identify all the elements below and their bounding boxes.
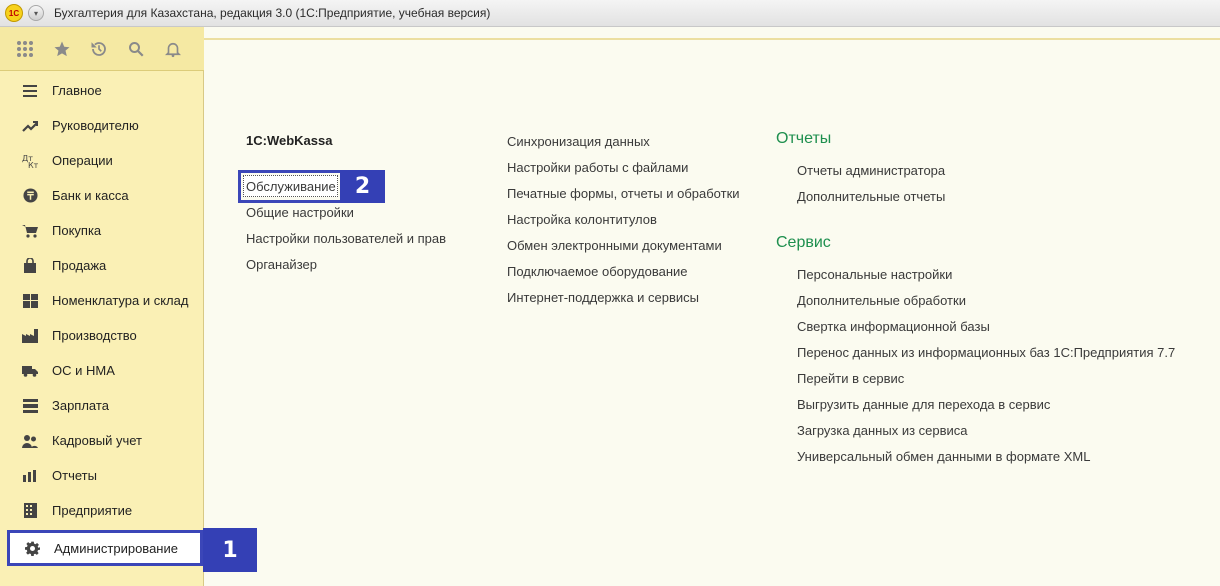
cart-icon (22, 223, 38, 239)
link-internet-support[interactable]: Интернет-поддержка и сервисы (507, 290, 699, 305)
link-edi[interactable]: Обмен электронными документами (507, 238, 722, 253)
webkassa-heading: 1С:WebKassa (246, 133, 333, 148)
sidebar-item-label: Операции (52, 153, 113, 168)
trend-chart-icon (22, 118, 38, 134)
history-icon[interactable] (88, 38, 110, 60)
sidebar-item-director[interactable]: Руководителю (8, 108, 202, 143)
bar-chart-icon (22, 468, 38, 484)
sidebar-item-label: Банк и касса (52, 188, 129, 203)
sidebar-item-enterprise[interactable]: Предприятие (8, 493, 202, 528)
people-icon (22, 433, 38, 449)
sidebar-item-label: Зарплата (52, 398, 109, 413)
bell-icon[interactable] (162, 38, 184, 60)
link-file-settings[interactable]: Настройки работы с файлами (507, 160, 688, 175)
reports-group-heading: Отчеты (776, 130, 832, 147)
step-badge-1: 1 (203, 528, 257, 572)
sidebar-item-label: Производство (52, 328, 137, 343)
sidebar-item-hr[interactable]: Кадровый учет (8, 423, 202, 458)
star-icon[interactable] (51, 38, 73, 60)
link-organizer[interactable]: Органайзер (246, 257, 317, 272)
link-maintenance[interactable]: Обслуживание (246, 179, 336, 194)
app-logo-icon: 1С (5, 4, 23, 22)
sidebar-item-label: Главное (52, 83, 102, 98)
truck-icon (22, 363, 38, 379)
content-divider (204, 38, 1220, 40)
svg-text:Кт: Кт (28, 161, 38, 169)
link-personal-settings[interactable]: Персональные настройки (797, 267, 952, 282)
link-data-sync[interactable]: Синхронизация данных (507, 134, 650, 149)
link-print-forms[interactable]: Печатные формы, отчеты и обработки (507, 186, 740, 201)
sidebar-item-reports[interactable]: Отчеты (8, 458, 202, 493)
tenge-coin-icon (22, 188, 38, 204)
sidebar-item-label: Покупка (52, 223, 102, 238)
link-additional-processing[interactable]: Дополнительные обработки (797, 293, 966, 308)
sidebar-item-label: Отчеты (52, 468, 97, 483)
sidebar-item-main[interactable]: Главное (8, 73, 202, 108)
link-general-settings[interactable]: Общие настройки (246, 205, 354, 220)
factory-icon (22, 328, 38, 344)
sidebar-item-label: Кадровый учет (52, 433, 142, 448)
link-additional-reports[interactable]: Дополнительные отчеты (797, 189, 945, 204)
salary-icon (22, 398, 38, 414)
sidebar-item-label: Администрирование (54, 540, 178, 556)
sidebar-item-label: ОС и НМА (52, 363, 115, 378)
operations-dt-kt-icon: Дт Кт (22, 153, 38, 169)
window-title: Бухгалтерия для Казахстана, редакция 3.0… (54, 6, 491, 20)
sidebar-item-salary[interactable]: Зарплата (8, 388, 202, 423)
warehouse-grid-icon (22, 293, 38, 309)
main-menu-button[interactable]: ▾ (28, 5, 44, 21)
link-headers-footers[interactable]: Настройка колонтитулов (507, 212, 657, 227)
sidebar-item-label: Продажа (52, 258, 107, 273)
link-go-to-service[interactable]: Перейти в сервис (797, 371, 904, 386)
sidebar-item-administration[interactable]: Администрирование (7, 530, 203, 566)
shopping-bag-icon (22, 257, 38, 274)
step-badge-2: 2 (340, 170, 385, 203)
sidebar-item-sales[interactable]: Продажа (8, 248, 202, 283)
link-xml-exchange[interactable]: Универсальный обмен данными в формате XM… (797, 449, 1090, 464)
service-group-heading: Сервис (776, 234, 831, 251)
apps-grid-icon[interactable] (14, 38, 36, 60)
sidebar-item-label: Руководителю (52, 118, 139, 133)
sidebar-item-label: Предприятие (52, 503, 133, 518)
menu-lines-icon (22, 83, 38, 99)
link-admin-reports[interactable]: Отчеты администратора (797, 163, 945, 178)
sections-panel: Главное Руководителю Дт Кт Операции Банк … (0, 71, 204, 586)
title-bar: 1С ▾ Бухгалтерия для Казахстана, редакци… (0, 0, 1220, 27)
link-user-rights-settings[interactable]: Настройки пользователей и прав (246, 231, 446, 246)
sidebar-item-bank[interactable]: Банк и касса (8, 178, 202, 213)
link-export-for-service[interactable]: Выгрузить данные для перехода в сервис (797, 397, 1050, 412)
sidebar-item-purchase[interactable]: Покупка (8, 213, 202, 248)
sidebar-item-fixed-assets[interactable]: ОС и НМА (8, 353, 202, 388)
panel-toolbar (0, 27, 204, 71)
sidebar-item-operations[interactable]: Дт Кт Операции (8, 143, 202, 178)
link-import-from-service[interactable]: Загрузка данных из сервиса (797, 423, 968, 438)
sidebar-item-label: Номенклатура и склад (52, 293, 189, 308)
gear-icon (24, 540, 40, 556)
search-icon[interactable] (125, 38, 147, 60)
link-transfer-77[interactable]: Перенос данных из информационных баз 1С:… (797, 345, 1175, 360)
sidebar-item-nomenclature[interactable]: Номенклатура и склад (8, 283, 202, 318)
sidebar-item-production[interactable]: Производство (8, 318, 202, 353)
link-db-collapse[interactable]: Свертка информационной базы (797, 319, 990, 334)
link-equipment[interactable]: Подключаемое оборудование (507, 264, 688, 279)
building-icon (22, 503, 38, 519)
